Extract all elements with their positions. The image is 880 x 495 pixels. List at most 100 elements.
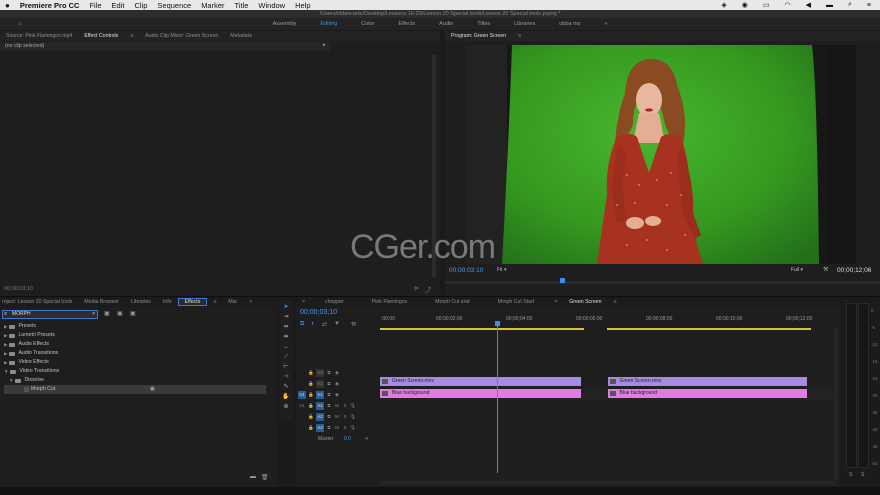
track-label[interactable]: V1: [316, 390, 324, 399]
app-name[interactable]: Premiere Pro CC: [15, 1, 85, 10]
collapse-icon[interactable]: ▼: [4, 367, 8, 376]
menu-help[interactable]: Help: [290, 1, 315, 10]
sync-lock-icon[interactable]: ⧉: [326, 381, 332, 387]
track-select-tool-icon[interactable]: ⇥: [282, 313, 291, 322]
program-timecode[interactable]: 00;00;03;10: [449, 267, 483, 274]
tree-item-dissolve[interactable]: ▼ Dissolve: [4, 376, 267, 385]
tab-program[interactable]: Program: Green Screen: [445, 33, 512, 39]
effects-search-field[interactable]: ⌕ MORPH ×: [2, 310, 98, 319]
tabs-overflow-icon[interactable]: »: [243, 299, 258, 305]
lock-icon[interactable]: 🔒: [308, 370, 314, 376]
delete-icon[interactable]: 🗑: [261, 474, 269, 481]
clear-search-icon[interactable]: ×: [92, 311, 95, 318]
source-patch[interactable]: [298, 369, 306, 377]
tree-item-audio-effects[interactable]: ▶ Audio Effects: [4, 340, 267, 349]
tree-item-lumetri-presets[interactable]: ▶ Lumetri Presets: [4, 331, 267, 340]
expand-arrow-icon[interactable]: ▸: [323, 42, 326, 48]
sync-lock-icon[interactable]: ⧉: [326, 414, 332, 420]
mic-icon[interactable]: 🎙: [350, 425, 356, 431]
workspace-editing[interactable]: Editing: [308, 21, 349, 27]
tab-green-screen[interactable]: Green Screen: [563, 299, 607, 305]
new-bin-icon[interactable]: ▬: [250, 474, 256, 480]
add-marker-icon[interactable]: ▼: [334, 321, 340, 328]
expand-icon[interactable]: ▶: [4, 340, 7, 349]
snap-icon[interactable]: ◐: [311, 321, 315, 328]
menu-title[interactable]: Title: [230, 1, 254, 10]
yuv-effects-icon[interactable]: ▣: [130, 310, 136, 317]
workspace-more-icon[interactable]: »: [592, 21, 619, 27]
tab-info[interactable]: Info: [157, 299, 178, 305]
eye-icon[interactable]: ◉: [334, 370, 340, 376]
close-tab-icon[interactable]: ×: [548, 299, 563, 305]
zoom-tool-icon[interactable]: ⊕: [282, 403, 291, 412]
playhead-line[interactable]: [496, 323, 498, 473]
program-scrub-bar[interactable]: [445, 281, 880, 284]
eye-icon[interactable]: ◉: [334, 381, 340, 387]
menu-window[interactable]: Window: [253, 1, 290, 10]
menu-file[interactable]: File: [84, 1, 106, 10]
dropbox-icon[interactable]: ◈: [716, 1, 731, 9]
timeline-timecode[interactable]: 00;00;03;10: [300, 309, 337, 316]
expand-icon[interactable]: ▶: [4, 322, 7, 331]
solo-icon[interactable]: S: [342, 403, 348, 409]
tab-metadata[interactable]: Metadata: [224, 33, 258, 39]
32bit-effects-icon[interactable]: ▣: [117, 310, 123, 317]
sync-lock-icon[interactable]: ⧉: [326, 370, 332, 376]
source-patch[interactable]: [298, 380, 306, 388]
nest-icon[interactable]: ⧉: [300, 321, 304, 328]
mute-icon[interactable]: M: [334, 425, 340, 431]
tab-audio-clip-mixer[interactable]: Audio Clip Mixer: Green Screen: [139, 33, 224, 39]
mute-icon[interactable]: M: [334, 403, 340, 409]
razor-tool-icon[interactable]: ⟋: [282, 353, 291, 362]
lock-icon[interactable]: 🔒: [308, 392, 314, 398]
source-patch[interactable]: [298, 413, 306, 421]
wrench-icon[interactable]: ⚒: [823, 266, 828, 273]
selection-tool-icon[interactable]: ➤: [282, 303, 291, 312]
tab-source[interactable]: Source: Pink Flamingos.mp4: [0, 33, 78, 39]
eye-icon[interactable]: ◉: [334, 392, 340, 398]
lock-icon[interactable]: 🔒: [308, 414, 314, 420]
close-tab-icon[interactable]: ×: [296, 299, 311, 305]
workspace-assembly[interactable]: Assembly: [261, 21, 309, 27]
master-value[interactable]: 0.0: [344, 436, 364, 442]
menu-sequence[interactable]: Sequence: [152, 1, 196, 10]
workspace-libraries[interactable]: Libraries: [502, 21, 547, 27]
playhead-handle[interactable]: [494, 321, 500, 326]
mic-icon[interactable]: 🎙: [350, 403, 356, 409]
sync-lock-icon[interactable]: ⧉: [326, 425, 332, 431]
tree-item-presets[interactable]: ▶ Presets: [4, 322, 267, 331]
rolling-edit-tool-icon[interactable]: ⇼: [282, 333, 291, 342]
source-patch[interactable]: [298, 424, 306, 432]
timeline-menu-icon[interactable]: ≡: [608, 299, 623, 305]
solo-icon[interactable]: S: [342, 414, 348, 420]
timeline-clip[interactable]: Green Screen.mov: [607, 377, 807, 386]
hand-tool-icon[interactable]: ✋: [282, 393, 291, 402]
expand-icon[interactable]: ▶: [4, 331, 7, 340]
battery-icon[interactable]: ▬: [821, 2, 838, 9]
lock-icon[interactable]: 🔒: [308, 403, 314, 409]
solo-left-button[interactable]: S: [849, 472, 852, 478]
timeline-clip[interactable]: Green Screen.mov: [380, 377, 582, 386]
program-menu-icon[interactable]: ≡: [512, 33, 527, 39]
timeline-hscroll[interactable]: [380, 481, 836, 485]
menu-clip[interactable]: Clip: [129, 1, 152, 10]
slide-tool-icon[interactable]: ⊣: [282, 373, 291, 382]
workspace-audio[interactable]: Audio: [427, 21, 465, 27]
collapse-icon[interactable]: ▼: [9, 376, 13, 385]
tab-menu-icon[interactable]: ≡: [124, 33, 139, 39]
menu-edit[interactable]: Edit: [107, 1, 130, 10]
timeline-clip[interactable]: Blue background: [607, 389, 807, 398]
solo-icon[interactable]: S: [342, 425, 348, 431]
tab-media-browser[interactable]: Media Browser: [78, 299, 125, 305]
accelerated-effects-icon[interactable]: ▣: [104, 310, 110, 317]
expand-icon[interactable]: ▶: [4, 349, 7, 358]
tab-libraries[interactable]: Libraries: [125, 299, 157, 305]
solo-right-button[interactable]: S: [861, 472, 864, 478]
work-area-bar[interactable]: [607, 328, 811, 330]
program-quality-select[interactable]: Full ▾: [791, 267, 803, 273]
track-label[interactable]: A2: [316, 412, 324, 421]
tab-project[interactable]: roject: Lesson 20 Special tools: [0, 299, 78, 305]
rate-stretch-tool-icon[interactable]: ↔: [282, 343, 291, 352]
list-icon[interactable]: ≡: [862, 2, 876, 9]
go-to-end-icon[interactable]: ⇥: [364, 436, 368, 442]
